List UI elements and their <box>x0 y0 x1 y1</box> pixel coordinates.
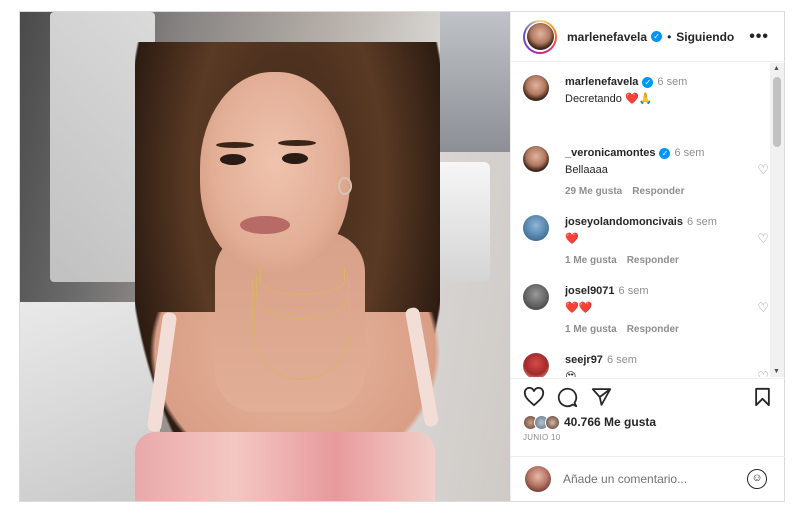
comment-like-heart-icon[interactable]: ♡ <box>757 231 769 247</box>
bookmark-icon[interactable] <box>754 387 771 413</box>
comment-text: ❤️❤️ <box>565 302 593 314</box>
comment-time[interactable]: 6 sem <box>687 216 717 228</box>
post-date[interactable]: JUNIO 10 <box>523 433 561 442</box>
comments-list[interactable]: marlenefavela ✓ 6 sem Decretando ❤️🙏 _vero… <box>511 63 785 377</box>
follow-button[interactable]: Siguiendo <box>676 30 734 44</box>
comment-input[interactable] <box>563 472 733 486</box>
verified-badge-icon: ✓ <box>659 147 671 159</box>
reply-button[interactable]: Responder <box>627 324 679 335</box>
comment-avatar[interactable] <box>523 353 549 377</box>
author-username[interactable]: marlenefavela <box>567 30 647 44</box>
post-side-panel: marlenefavela ✓ • Siguiendo ••• marlenef… <box>510 12 785 501</box>
comment-likes[interactable]: 29 Me gusta <box>565 186 622 197</box>
comment-likes[interactable]: 1 Me gusta <box>565 255 617 266</box>
caption-time[interactable]: 6 sem <box>657 76 687 88</box>
share-icon[interactable] <box>591 387 612 413</box>
photo-eye-left <box>220 154 246 165</box>
post-header: marlenefavela ✓ • Siguiendo ••• <box>511 12 785 62</box>
comment-text: 😍 <box>565 371 577 377</box>
comment-composer: ☺ <box>511 456 785 501</box>
caption-username[interactable]: marlenefavela <box>565 76 638 88</box>
comment-text: ❤️ <box>565 233 579 245</box>
photo-lips <box>240 216 290 234</box>
photo-face <box>200 72 350 272</box>
emoji-icon[interactable]: ☺ <box>747 469 767 489</box>
post-photo[interactable] <box>20 12 510 501</box>
comments-scrollbar[interactable]: ▲ ▼ <box>770 63 784 377</box>
photo-eye-right <box>282 153 308 164</box>
photo-brow-right <box>278 140 316 146</box>
scroll-up-arrow-icon[interactable]: ▲ <box>773 65 780 72</box>
background-shelf <box>440 12 510 152</box>
post-actions-bar <box>511 378 785 418</box>
verified-badge-icon: ✓ <box>642 76 654 88</box>
caption-emojis: ❤️🙏 <box>624 93 653 105</box>
photo-earring <box>338 177 352 195</box>
comment-username[interactable]: joseyolandomoncivais <box>565 216 683 228</box>
author-avatar[interactable] <box>526 23 554 50</box>
reply-button[interactable]: Responder <box>627 255 679 266</box>
comment-likes[interactable]: 1 Me gusta <box>565 324 617 335</box>
comment-username[interactable]: josel9071 <box>565 285 615 297</box>
comment-time[interactable]: 6 sem <box>674 147 704 159</box>
reply-button[interactable]: Responder <box>632 186 684 197</box>
comment-username[interactable]: _veronicamontes <box>565 147 655 159</box>
caption-text: Decretando <box>565 93 622 105</box>
comment-username[interactable]: seejr97 <box>565 354 603 366</box>
comment-time[interactable]: 6 sem <box>619 285 649 297</box>
likes-summary[interactable]: 40.766 Me gusta <box>523 413 656 431</box>
more-options-icon[interactable]: ••• <box>749 28 769 46</box>
comment-text: Bellaaaa <box>565 164 608 176</box>
caption-avatar[interactable] <box>523 75 549 101</box>
likes-count[interactable]: 40.766 Me gusta <box>564 415 656 429</box>
verified-badge-icon: ✓ <box>651 31 663 42</box>
comment-avatar[interactable] <box>523 146 549 172</box>
header-separator: • <box>667 29 672 44</box>
author-story-ring[interactable] <box>523 19 557 54</box>
scrollbar-thumb[interactable] <box>773 77 781 147</box>
comment-avatar[interactable] <box>523 215 549 241</box>
scroll-down-arrow-icon[interactable]: ▼ <box>773 368 780 375</box>
post-dialog: marlenefavela ✓ • Siguiendo ••• marlenef… <box>19 11 785 502</box>
liker-avatar <box>545 414 560 430</box>
comment-time[interactable]: 6 sem <box>607 354 637 366</box>
comment-icon[interactable] <box>557 387 578 414</box>
photo-dress <box>135 432 435 501</box>
heart-icon[interactable] <box>523 386 545 413</box>
current-user-avatar <box>525 466 551 492</box>
comment-like-heart-icon[interactable]: ♡ <box>757 300 769 316</box>
photo-necklace-3 <box>252 280 350 380</box>
comment-like-heart-icon[interactable]: ♡ <box>757 162 769 178</box>
comment-like-heart-icon[interactable]: ♡ <box>757 369 769 377</box>
comment-avatar[interactable] <box>523 284 549 310</box>
photo-brow-left <box>216 142 254 148</box>
